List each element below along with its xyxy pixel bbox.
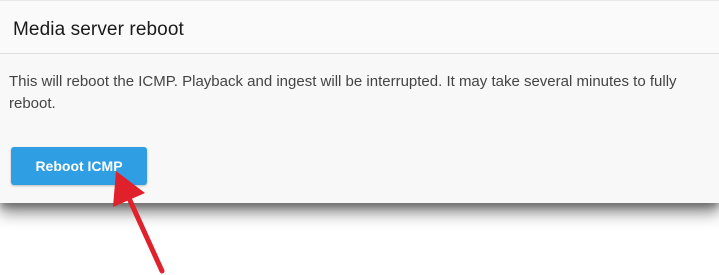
reboot-description: This will reboot the ICMP. Playback and … <box>9 73 677 112</box>
media-server-reboot-panel: Media server reboot This will reboot the… <box>0 0 719 203</box>
panel-header: Media server reboot <box>0 1 719 54</box>
reboot-icmp-button[interactable]: Reboot ICMP <box>11 147 147 185</box>
panel-title: Media server reboot <box>13 19 184 40</box>
